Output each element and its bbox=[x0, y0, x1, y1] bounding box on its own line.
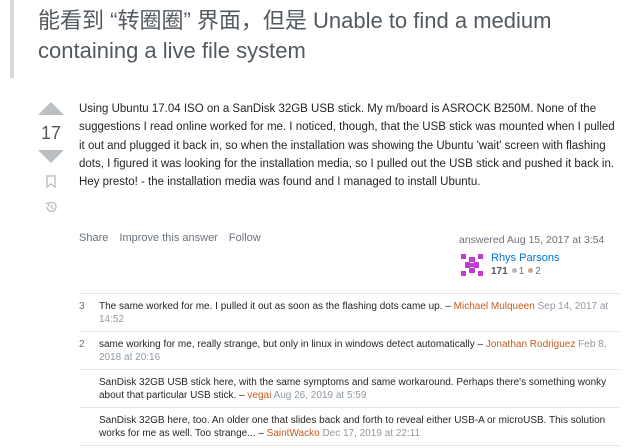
comment-date[interactable]: Dec 17, 2019 at 22:11 bbox=[322, 428, 420, 439]
user-name-link[interactable]: Rhys Parsons bbox=[491, 252, 559, 265]
comment-user-link[interactable]: Jonathan Rodriguez bbox=[486, 339, 576, 350]
silver-badge-icon bbox=[511, 268, 517, 274]
question-title-quote: 能看到 “转圈圈” 界面，但是 Unable to find a medium … bbox=[10, 0, 634, 78]
follow-link[interactable]: Follow bbox=[229, 232, 261, 244]
comment-user-link[interactable]: Michael Mulqueen bbox=[454, 301, 535, 312]
comment-score bbox=[79, 414, 99, 440]
comment-item: SanDisk 32GB USB stick here, with the sa… bbox=[79, 370, 619, 408]
vote-column: 17 bbox=[36, 100, 66, 215]
share-link[interactable]: Share bbox=[79, 232, 108, 244]
comment-date[interactable]: Aug 26, 2019 at 5:59 bbox=[274, 390, 367, 401]
downvote-arrow-icon[interactable] bbox=[38, 150, 64, 163]
bronze-badge-count: 2 bbox=[535, 266, 541, 277]
question-title: 能看到 “转圈圈” 界面，但是 Unable to find a medium … bbox=[38, 8, 552, 63]
silver-badge-count: 1 bbox=[518, 266, 525, 277]
bronze-badge-icon bbox=[528, 268, 534, 274]
upvote-arrow-icon[interactable] bbox=[38, 102, 64, 115]
user-signature: answered Aug 15, 2017 at 3:54 Rhys Parso… bbox=[459, 234, 619, 279]
avatar[interactable] bbox=[459, 252, 485, 278]
answered-timestamp: answered Aug 15, 2017 at 3:54 bbox=[459, 234, 605, 246]
comment-user-link[interactable]: SaintWacko bbox=[267, 428, 320, 439]
history-icon[interactable] bbox=[43, 199, 59, 215]
comment-score: 3 bbox=[79, 301, 85, 312]
comment-score: 2 bbox=[79, 339, 85, 350]
bookmark-icon[interactable] bbox=[43, 173, 59, 189]
improve-answer-link[interactable]: Improve this answer bbox=[119, 232, 217, 244]
comment-text: The same worked for me. I pulled it out … bbox=[99, 301, 451, 312]
comment-user-link[interactable]: vegai bbox=[247, 390, 271, 401]
comment-list: 3 The same worked for me. I pulled it ou… bbox=[79, 293, 619, 446]
comment-item: 3 The same worked for me. I pulled it ou… bbox=[79, 294, 619, 332]
answer-score: 17 bbox=[40, 123, 62, 143]
answer-body: Using Ubuntu 17.04 ISO on a SanDisk 32GB… bbox=[79, 103, 615, 189]
user-reputation: 171 1 2 bbox=[491, 265, 559, 279]
comment-item: SanDisk 32GB here, too. An older one tha… bbox=[79, 408, 619, 446]
reputation-score: 171 bbox=[491, 266, 508, 277]
comment-score bbox=[79, 376, 99, 402]
comment-text: same working for me, really strange, but… bbox=[99, 339, 484, 350]
answer-actions: Share Improve this answer Follow bbox=[79, 232, 269, 244]
comment-item: 2 same working for me, really strange, b… bbox=[79, 332, 619, 370]
